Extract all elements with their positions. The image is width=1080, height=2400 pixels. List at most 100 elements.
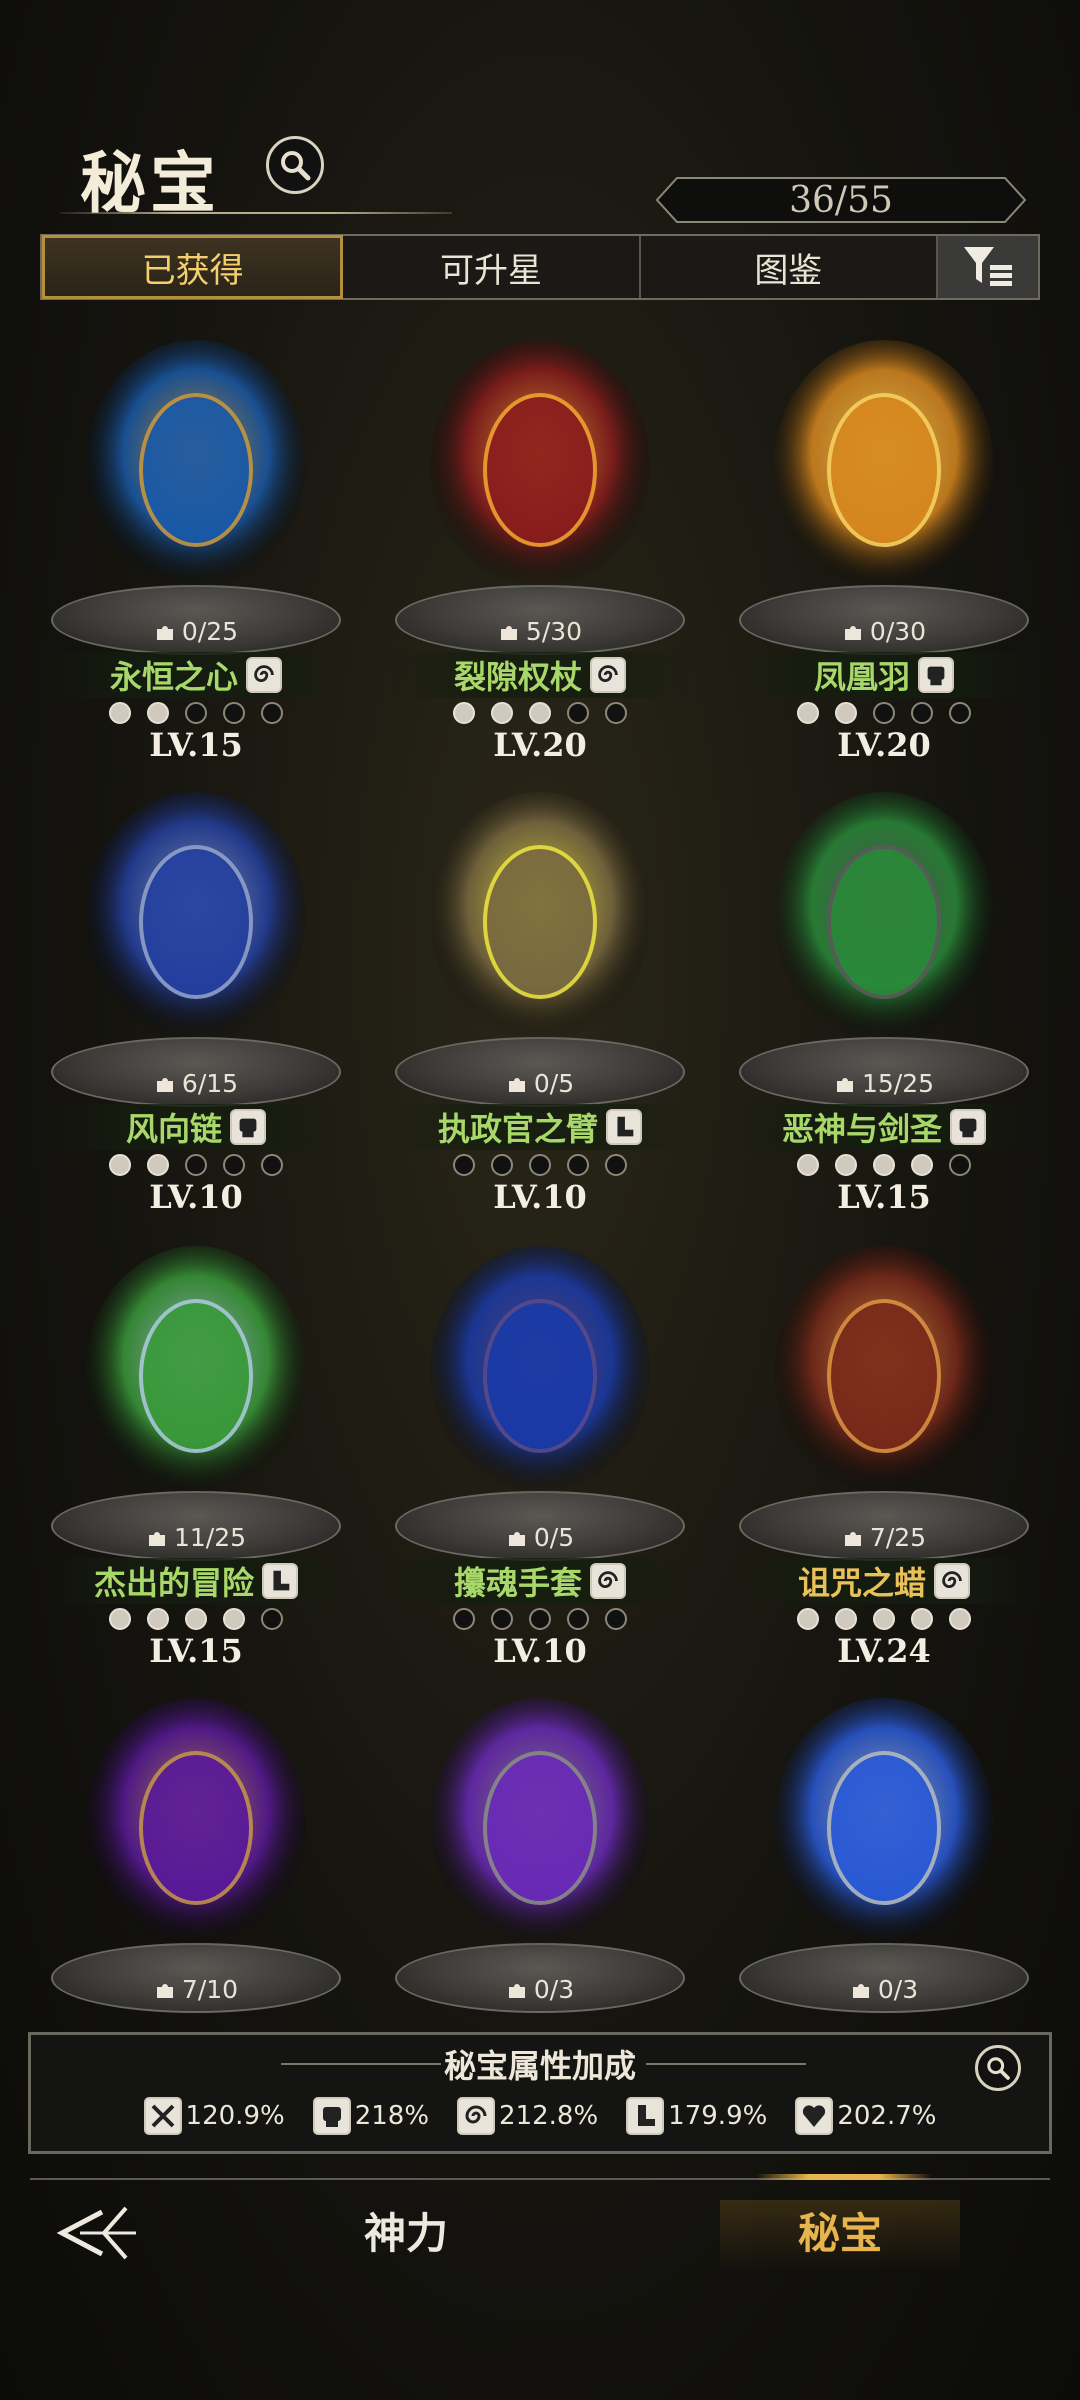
star-slot [567,1608,589,1630]
search-button[interactable] [266,136,324,194]
treasure-art [774,1698,994,1948]
treasure-name: 恶神与剑圣 [781,1110,942,1148]
collection-counter: 36/55 [655,176,1027,224]
star-slot [529,702,551,724]
treasure-card[interactable]: 6/15 风向链 LV.10 [46,782,346,1216]
attribute-bonus-panel: 秘宝属性加成 120.9% 218% 212.8% 179.9% 202.7% [28,2032,1052,2154]
boot-icon [606,1109,642,1145]
treasure-card[interactable]: 7/25 诅咒之蜡 LV.24 [734,1236,1034,1670]
shard-count: 7/10 [46,1975,346,2004]
search-icon [281,151,311,181]
nav-treasure[interactable]: 秘宝 [720,2200,960,2270]
sword-icon [143,2097,182,2135]
treasure-art [430,792,650,1042]
shard-count: 15/25 [734,1069,1034,1098]
star-slot [949,1608,971,1630]
star-slot [873,1608,895,1630]
puzzle-piece-icon [508,1531,525,1546]
treasure-name-row: 永恒之心 [46,652,346,698]
puzzle-piece-icon [852,1983,869,1998]
fist-icon [918,657,954,693]
treasure-level: LV.10 [149,1178,243,1216]
star-slot [109,702,131,724]
treasure-card[interactable]: 0/25 永恒之心 LV.15 [46,330,346,764]
back-button[interactable] [52,2200,142,2266]
star-slot [223,1608,245,1630]
treasure-art [86,340,306,590]
puzzle-piece-icon [508,1983,525,1998]
tab-obtained[interactable]: 已获得 [42,235,344,299]
star-slot [873,702,895,724]
tab-bar: 已获得 可升星 图鉴 [40,234,1040,300]
star-slot [261,1608,283,1630]
star-slot [147,702,169,724]
star-slot [949,1154,971,1176]
star-rating [46,702,346,724]
treasure-art [86,792,306,1042]
swirl-icon [934,1563,970,1599]
treasure-card[interactable]: 11/25 杰出的冒险 LV.15 [46,1236,346,1670]
star-rating [46,1154,346,1176]
fist-icon [950,1109,986,1145]
shard-count: 6/15 [46,1069,346,1098]
treasure-name: 凤凰羽 [813,658,910,696]
star-rating [46,1608,346,1630]
treasure-card[interactable]: 0/30 凤凰羽 LV.20 [734,330,1034,764]
puzzle-piece-icon [500,625,517,640]
treasure-card[interactable]: 0/5 攥魂手套 LV.10 [390,1236,690,1670]
treasure-name-row: 攥魂手套 [390,1558,690,1604]
shard-count: 0/5 [390,1523,690,1552]
treasure-art [430,340,650,590]
nav-divine-power[interactable]: 神力 [364,2200,448,2270]
puzzle-piece-icon [156,1983,173,1998]
star-slot [605,702,627,724]
stat-sword: 120.9% [143,2097,285,2135]
star-slot [109,1154,131,1176]
star-slot [797,1608,819,1630]
swirl-icon [246,657,282,693]
star-slot [835,702,857,724]
back-arrow-icon [56,2206,136,2260]
treasure-level: LV.15 [837,1178,931,1216]
stat-heart: 202.7% [795,2097,936,2135]
star-slot [491,702,513,724]
star-slot [835,1608,857,1630]
star-slot [911,1154,933,1176]
treasure-card[interactable]: 15/25 恶神与剑圣 LV.15 [734,782,1034,1216]
shard-count: 5/30 [390,617,690,646]
swirl-icon [457,2097,496,2135]
puzzle-piece-icon [508,1077,525,1092]
boot-icon [626,2097,665,2135]
puzzle-piece-icon [836,1077,853,1092]
treasure-art [430,1698,650,1948]
star-rating [390,702,690,724]
bonus-detail-button[interactable] [975,2045,1021,2091]
treasure-level: LV.15 [149,1632,243,1670]
treasure-name: 攥魂手套 [453,1564,582,1602]
shard-count: 0/5 [390,1069,690,1098]
star-slot [223,702,245,724]
treasure-card[interactable]: 5/30 裂隙权杖 LV.20 [390,330,690,764]
treasure-level: LV.24 [837,1632,931,1670]
treasure-name: 执政官之臂 [437,1110,598,1148]
star-slot [605,1608,627,1630]
fist-icon [230,1109,266,1145]
star-slot [453,1154,475,1176]
treasure-level: LV.20 [837,726,931,764]
puzzle-piece-icon [844,625,861,640]
star-rating [734,1608,1034,1630]
tab-upgradable[interactable]: 可升星 [343,236,641,298]
filter-button[interactable] [937,236,1038,298]
star-slot [109,1608,131,1630]
swirl-icon [590,1563,626,1599]
bonus-stats: 120.9% 218% 212.8% 179.9% 202.7% [31,2097,1049,2135]
nav-active-indicator [756,2174,932,2180]
shard-count: 0/3 [390,1975,690,2004]
treasure-card[interactable]: 0/5 执政官之臂 LV.10 [390,782,690,1216]
treasure-name: 风向链 [125,1110,222,1148]
treasure-name: 杰出的冒险 [93,1564,254,1602]
star-slot [185,702,207,724]
tab-codex[interactable]: 图鉴 [641,236,938,298]
star-slot [529,1154,551,1176]
treasure-name-row: 凤凰羽 [734,652,1034,698]
